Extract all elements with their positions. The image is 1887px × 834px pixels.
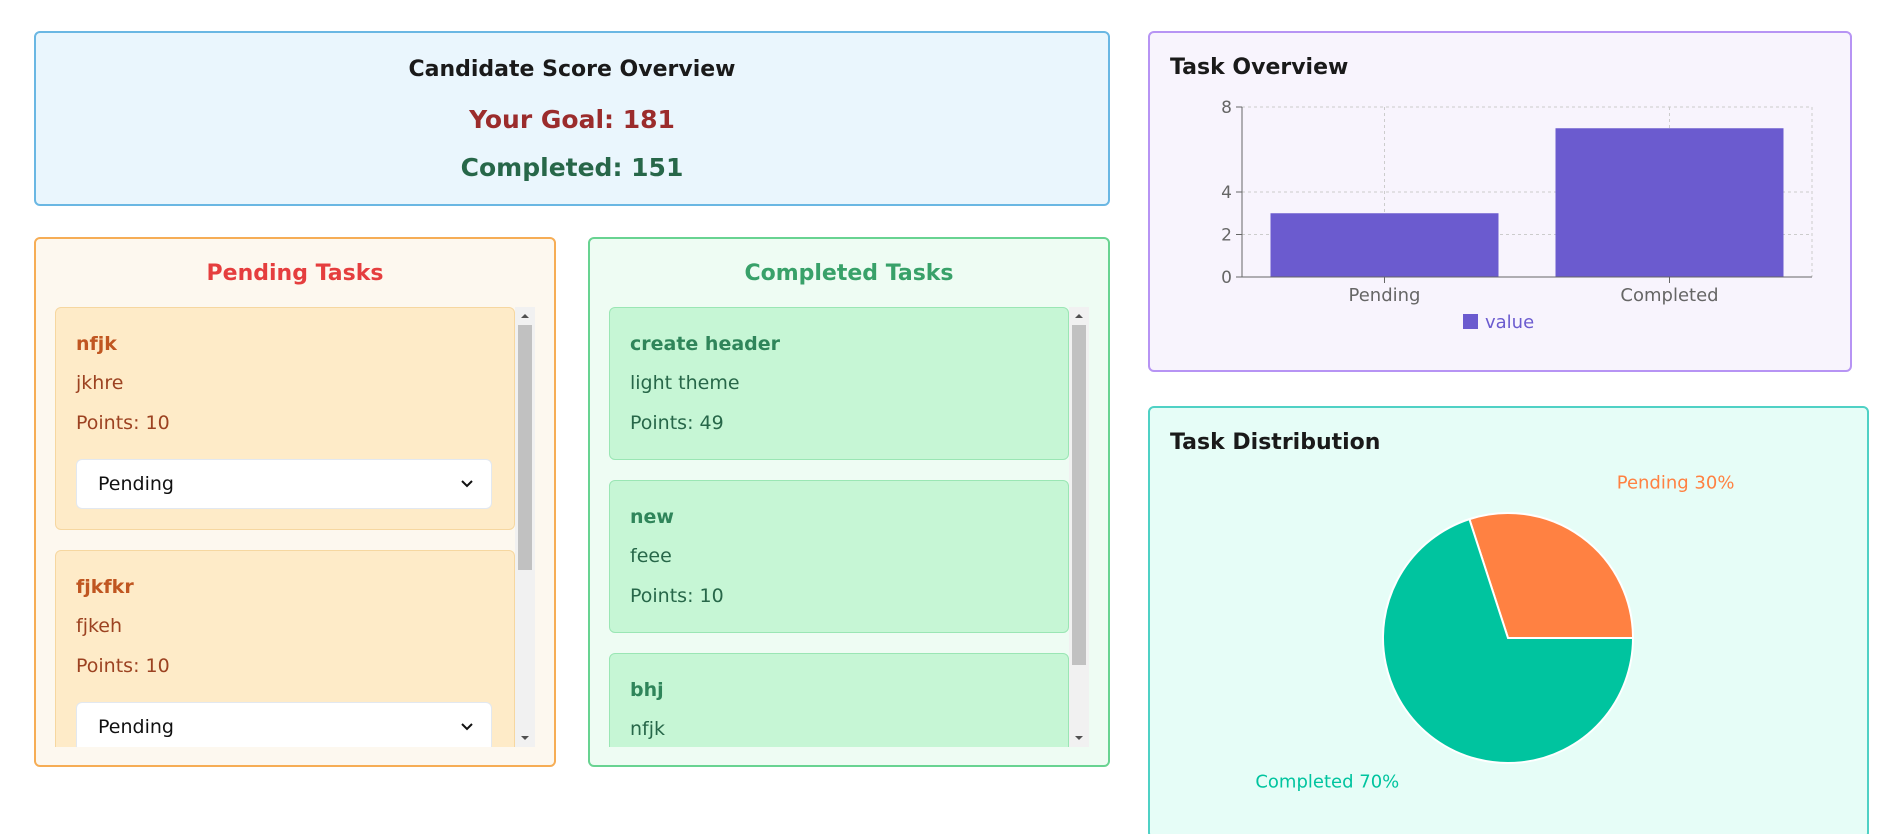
chevron-down-icon	[461, 480, 473, 488]
status-select-value: Pending	[98, 716, 174, 738]
task-name: nfjk	[76, 333, 117, 355]
task-name: new	[630, 506, 674, 528]
scrollbar-thumb[interactable]	[1072, 325, 1086, 665]
pie-slice-label: Completed 70%	[1255, 772, 1399, 793]
pending-task-card: fjkfkr fjkeh Points: 10 Pending	[55, 550, 515, 747]
task-overview-bar-chart: 0 2 4 8 Pending Completed value	[1221, 98, 1813, 333]
completed-tasks-title: Completed Tasks	[744, 261, 954, 286]
task-points: Points: 10	[76, 412, 170, 434]
goal-text: Your Goal: 181	[469, 105, 675, 134]
completed-tasks-panel: Completed Tasks create header light them…	[588, 237, 1110, 767]
pie-slice-label: Pending 30%	[1617, 472, 1735, 493]
task-points: Points: 10	[630, 585, 724, 607]
y-tick-label: 8	[1221, 98, 1232, 118]
task-description: nfjk	[630, 718, 666, 740]
score-overview-panel: Candidate Score Overview Your Goal: 181 …	[34, 31, 1110, 206]
legend-label: value	[1485, 312, 1534, 333]
task-distribution-pie-chart: Pending 30% Completed 70%	[1255, 472, 1735, 793]
x-tick-label: Completed	[1620, 285, 1718, 306]
pending-scrollbar[interactable]	[515, 307, 535, 747]
completed-score-text: Completed: 151	[460, 153, 684, 182]
chevron-down-icon	[461, 723, 473, 731]
completed-tasks-list[interactable]: create header light theme Points: 49 new…	[609, 307, 1089, 747]
status-select[interactable]: Pending	[76, 702, 492, 747]
task-description: fjkeh	[76, 615, 123, 637]
score-overview-title: Candidate Score Overview	[408, 57, 736, 82]
task-description: jkhre	[76, 372, 124, 394]
scroll-up-arrow-icon[interactable]	[1069, 307, 1089, 325]
status-select[interactable]: Pending	[76, 459, 492, 509]
scroll-down-arrow-icon[interactable]	[515, 729, 535, 747]
y-tick-label: 2	[1221, 226, 1232, 246]
task-description: feee	[630, 545, 672, 567]
scroll-down-arrow-icon[interactable]	[1069, 729, 1089, 747]
completed-task-card: create header light theme Points: 49	[609, 307, 1069, 460]
scrollbar-thumb[interactable]	[518, 325, 532, 570]
completed-task-card: new feee Points: 10	[609, 480, 1069, 633]
legend-swatch	[1463, 314, 1478, 329]
scroll-up-arrow-icon[interactable]	[515, 307, 535, 325]
pending-tasks-title: Pending Tasks	[206, 261, 384, 286]
bar	[1555, 128, 1784, 277]
pending-tasks-list[interactable]: nfjk jkhre Points: 10 Pending fjkfkr fjk…	[55, 307, 535, 747]
pending-task-card: nfjk jkhre Points: 10 Pending	[55, 307, 515, 530]
task-overview-panel: Task Overview 0 2 4 8 Pending Completed value	[1148, 31, 1852, 372]
status-select-value: Pending	[98, 473, 174, 495]
completed-scrollbar[interactable]	[1069, 307, 1089, 747]
task-points: Points: 10	[76, 655, 170, 677]
task-name: bhj	[630, 679, 664, 701]
task-name: create header	[630, 333, 781, 355]
x-tick-label: Pending	[1349, 285, 1421, 306]
bar	[1270, 213, 1499, 277]
task-points: Points: 49	[630, 412, 724, 434]
y-tick-label: 0	[1221, 268, 1232, 288]
task-name: fjkfkr	[76, 576, 134, 598]
pending-tasks-panel: Pending Tasks nfjk jkhre Points: 10 Pend…	[34, 237, 556, 767]
task-description: light theme	[630, 372, 740, 394]
task-distribution-panel: Task Distribution Pending 30% Completed 7…	[1148, 406, 1869, 834]
completed-task-card: bhj nfjk	[609, 653, 1069, 747]
y-tick-label: 4	[1221, 183, 1232, 203]
